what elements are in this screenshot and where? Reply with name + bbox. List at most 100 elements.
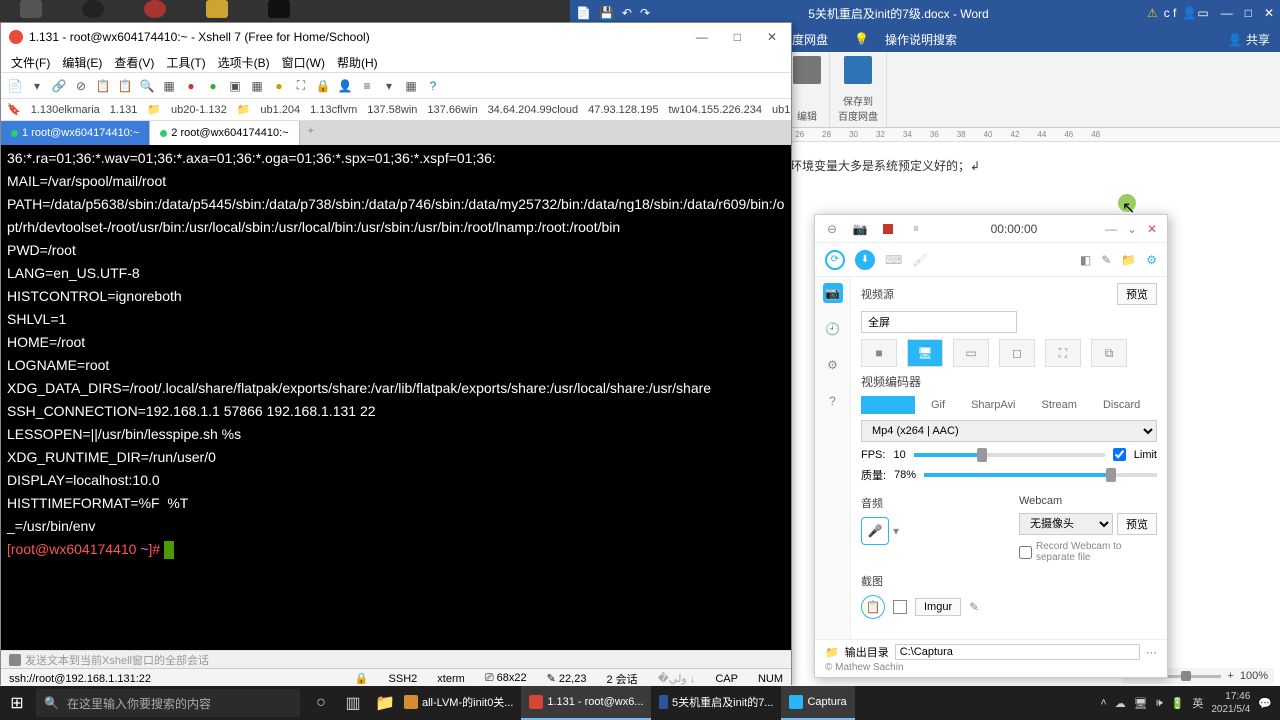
record-separate-checkbox[interactable]	[1019, 546, 1032, 559]
sidebar-help-icon[interactable]: ?	[823, 391, 843, 411]
desktop-icon[interactable]	[82, 0, 104, 18]
task-item[interactable]: Captura	[781, 686, 854, 720]
webcam-select[interactable]: 无摄像头	[1019, 513, 1113, 535]
menu-tabs[interactable]: 选项卡(B)	[214, 53, 274, 70]
qat-redo-icon[interactable]: ↷	[640, 6, 650, 20]
conn-item[interactable]: 1.131	[110, 104, 138, 116]
disconnect-icon[interactable]: ⊘	[73, 78, 89, 94]
paste-icon[interactable]: 📋	[117, 78, 133, 94]
output-path-input[interactable]	[895, 644, 1140, 660]
refresh-icon[interactable]: ⟳	[825, 250, 845, 270]
close-icon[interactable]: ✕	[761, 28, 783, 46]
encoder-stream[interactable]: Stream	[1032, 396, 1087, 414]
tray-icon[interactable]: 🕪	[1156, 697, 1163, 710]
tray-icon[interactable]: 🖥	[1134, 697, 1148, 710]
tb-icon[interactable]: ●	[271, 78, 287, 94]
expand-icon[interactable]: ⌄	[1127, 222, 1137, 236]
conn-item[interactable]: 1.13cflvm	[310, 104, 357, 116]
encoder-gif[interactable]: Gif	[921, 396, 955, 414]
desktop-icon[interactable]	[206, 0, 228, 18]
copy-icon[interactable]: 📋	[95, 78, 111, 94]
tb-icon[interactable]: 🔒	[315, 78, 331, 94]
qat-save-icon[interactable]: 💾	[599, 6, 614, 20]
menu-edit[interactable]: 编辑(E)	[58, 53, 106, 70]
menu-help[interactable]: 帮助(H)	[333, 53, 382, 70]
new-session-icon[interactable]: 📄	[7, 78, 23, 94]
conn-item[interactable]: 137.66win	[427, 104, 477, 116]
folder-icon[interactable]: 📁	[1121, 253, 1136, 267]
explorer-icon[interactable]: 📁	[374, 692, 396, 714]
open-icon[interactable]: ▾	[29, 78, 45, 94]
connect-icon[interactable]: 🔗	[51, 78, 67, 94]
mode-window-icon[interactable]: ▭	[953, 339, 989, 367]
snapshot-icon[interactable]: 📷	[853, 222, 867, 236]
menu-file[interactable]: 文件(F)	[7, 53, 54, 70]
mode-region-icon[interactable]: ◻	[999, 339, 1035, 367]
taskbar-search[interactable]: 🔍 在这里输入你要搜索的内容	[36, 689, 300, 717]
xshell-broadcast-bar[interactable]: 发送文本到当前Xshell窗口的全部会话	[1, 650, 791, 668]
preview-button[interactable]: 预览	[1117, 283, 1157, 305]
cortana-icon[interactable]: ○	[310, 692, 332, 714]
edit-icon[interactable]	[793, 56, 821, 84]
desktop-icon[interactable]	[268, 0, 290, 18]
tb-icon[interactable]: ⛶	[293, 78, 309, 94]
encoder-discard[interactable]: Discard	[1093, 396, 1150, 414]
conn-item[interactable]: 47.93.128.195	[588, 104, 658, 116]
mic-icon[interactable]: 🎤	[861, 517, 889, 545]
tb-icon[interactable]: ▦	[249, 78, 265, 94]
tb-icon[interactable]: ▣	[227, 78, 243, 94]
notifications-icon[interactable]: 💬	[1258, 697, 1272, 710]
terminal-tab[interactable]: 2 root@wx604174410:~	[150, 121, 299, 145]
gear-icon[interactable]: ⚙	[1146, 253, 1157, 267]
tray-clock[interactable]: 17:46 2021/5/4	[1211, 690, 1250, 716]
eraser-icon[interactable]: ◧	[1080, 253, 1091, 267]
maximize-icon[interactable]: □	[1245, 6, 1252, 20]
close-icon[interactable]: ✕	[1147, 222, 1157, 236]
minimize-icon[interactable]: —	[690, 28, 714, 46]
captura-titlebar[interactable]: ⊖ 📷 ⏸ 00:00:00 — ⌄ ✕	[815, 215, 1167, 243]
clipboard-icon[interactable]: 📋	[861, 595, 885, 619]
desktop-icon[interactable]	[20, 0, 42, 18]
format-select[interactable]: Mp4 (x264 | AAC)	[861, 420, 1157, 442]
menu-window[interactable]: 窗口(W)	[278, 53, 329, 70]
word-user[interactable]: c f	[1164, 6, 1177, 20]
maximize-icon[interactable]: □	[728, 28, 747, 46]
taskview-icon[interactable]: ▥	[342, 692, 364, 714]
minimize-icon[interactable]: —	[1221, 6, 1233, 20]
download-icon[interactable]: ⬇	[855, 250, 875, 270]
edit-icon[interactable]: ✎	[969, 600, 979, 614]
find-icon[interactable]: 🔍	[139, 78, 155, 94]
fps-slider[interactable]	[914, 453, 1105, 457]
tray-up-icon[interactable]: ˄	[1100, 697, 1106, 709]
desktop-icon[interactable]	[144, 0, 166, 18]
conn-item[interactable]: 1.130elkmaria	[31, 104, 100, 116]
keyboard-icon[interactable]: ⌨	[885, 253, 902, 267]
conn-item[interactable]: ub20-1.132	[171, 104, 227, 116]
terminal-output[interactable]: 36:*.ra=01;36:*.wav=01;36:*.axa=01;36:*.…	[1, 145, 791, 650]
pencil-icon[interactable]: ✎	[1101, 253, 1111, 267]
word-warn-icon[interactable]: ⚠	[1147, 6, 1158, 20]
tray-ime[interactable]: 英	[1192, 695, 1203, 711]
xshell-titlebar[interactable]: 1.131 - root@wx604174410:~ - Xshell 7 (F…	[1, 23, 791, 51]
more-icon[interactable]: ⋯	[1146, 646, 1157, 659]
help-icon[interactable]: ?	[425, 78, 441, 94]
tray-icon[interactable]: 🔋	[1171, 697, 1185, 710]
menu-view[interactable]: 查看(V)	[110, 53, 158, 70]
tb-icon[interactable]: ●	[205, 78, 221, 94]
mode-screen-icon[interactable]: 🖥	[907, 339, 943, 367]
conn-item[interactable]: 137.58win	[367, 104, 417, 116]
tb-icon[interactable]: ▦	[161, 78, 177, 94]
task-item[interactable]: 1.131 - root@wx6...	[521, 686, 651, 720]
add-tab-button[interactable]: +	[300, 121, 322, 145]
conn-item[interactable]: ub1.136	[772, 104, 791, 116]
encoder-ffmpeg[interactable]	[861, 396, 915, 414]
tb-icon[interactable]: ▾	[381, 78, 397, 94]
qat-undo-icon[interactable]: ↶	[622, 6, 632, 20]
conn-item[interactable]: 34.64.204.99cloud	[488, 104, 579, 116]
video-source-input[interactable]	[861, 311, 1017, 333]
ribbon-opts-icon[interactable]: ▭	[1197, 6, 1208, 20]
mode-link-icon[interactable]: ⧉	[1091, 339, 1127, 367]
mode-fullscreen-icon[interactable]: ⛶	[1045, 339, 1081, 367]
webcam-preview-button[interactable]: 预览	[1117, 513, 1157, 535]
record-button[interactable]	[881, 222, 895, 236]
